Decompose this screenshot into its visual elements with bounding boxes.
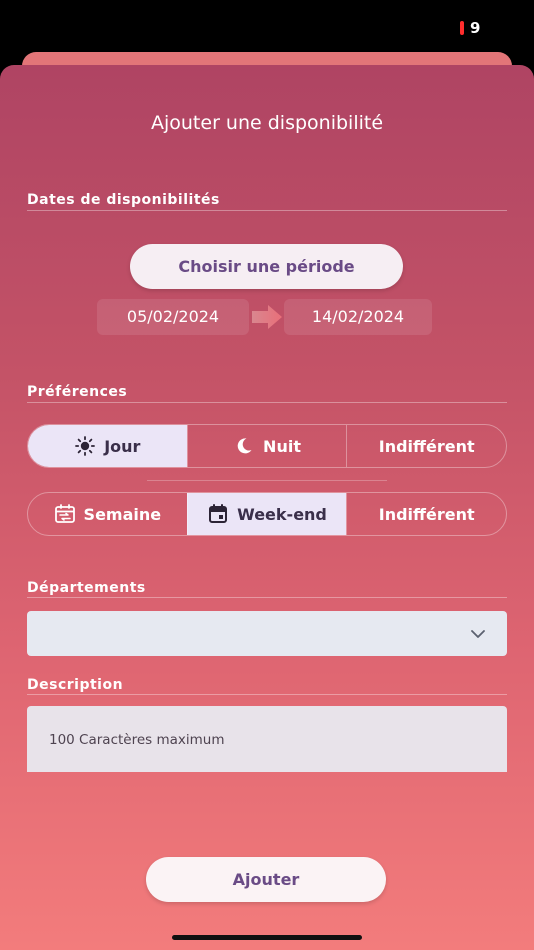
week-selector: Semaine Week-end Indifférent xyxy=(27,492,507,536)
add-button[interactable]: Ajouter xyxy=(146,857,386,902)
dates-section-label: Dates de disponibilités xyxy=(27,192,220,208)
calendar-icon xyxy=(207,503,229,525)
calendar-repeat-icon xyxy=(54,503,76,525)
dates-divider xyxy=(27,210,507,211)
departments-select[interactable] xyxy=(27,611,507,656)
arrow-right-icon xyxy=(252,305,282,329)
choose-period-button[interactable]: Choisir une période xyxy=(130,244,403,289)
segment-night[interactable]: Nuit xyxy=(186,425,347,467)
departments-divider xyxy=(27,597,507,598)
chevron-down-icon xyxy=(471,630,485,638)
segment-weekdays-label: Semaine xyxy=(83,504,162,524)
end-date-field[interactable]: 14/02/2024 xyxy=(284,299,432,335)
segment-day[interactable]: Jour xyxy=(28,425,187,467)
battery-icon xyxy=(460,21,464,35)
moon-icon xyxy=(233,435,255,457)
home-indicator xyxy=(172,935,362,940)
sun-icon xyxy=(74,435,96,457)
selector-separator xyxy=(147,480,387,481)
segment-any-day[interactable]: Indifférent xyxy=(346,493,506,535)
time-of-day-selector: Jour Nuit Indifférent xyxy=(27,424,507,468)
start-date-field[interactable]: 05/02/2024 xyxy=(97,299,249,335)
preferences-section-label: Préférences xyxy=(27,384,128,400)
description-divider xyxy=(27,694,507,695)
modal-title: Ajouter une disponibilité xyxy=(150,112,384,134)
departments-section-label: Départements xyxy=(27,580,146,596)
segment-night-label: Nuit xyxy=(263,436,301,456)
status-bar: 9 xyxy=(0,0,534,60)
battery-level: 9 xyxy=(470,19,481,37)
segment-weekdays[interactable]: Semaine xyxy=(28,493,187,535)
segment-weekend-label: Week-end xyxy=(237,504,327,524)
segment-any-time[interactable]: Indifférent xyxy=(346,425,506,467)
preferences-divider xyxy=(27,402,507,403)
description-section-label: Description xyxy=(27,677,124,693)
segment-day-label: Jour xyxy=(104,436,141,456)
description-input[interactable]: 100 Caractères maximum xyxy=(27,706,507,772)
segment-weekend[interactable]: Week-end xyxy=(186,493,347,535)
segment-any-time-label: Indifférent xyxy=(378,436,475,456)
segment-any-day-label: Indifférent xyxy=(378,504,475,524)
description-placeholder: 100 Caractères maximum xyxy=(49,732,225,748)
